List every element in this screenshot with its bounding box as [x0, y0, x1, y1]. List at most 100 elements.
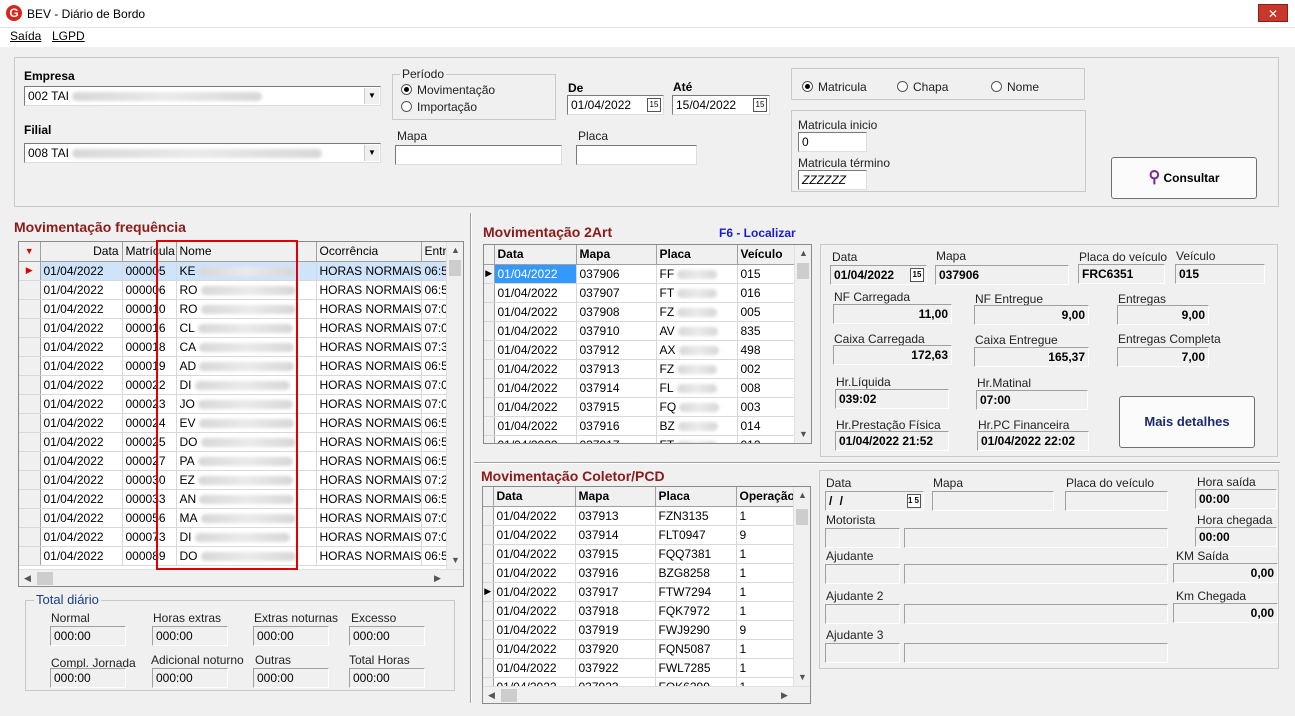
table-row[interactable]: 01/04/2022 037913 FZN3135 1 [483, 506, 796, 526]
ate-date-field[interactable]: 15/04/2022 15 [672, 95, 770, 115]
row-indicator [19, 432, 41, 452]
table-row[interactable]: 01/04/2022 037912 AX 498 [484, 340, 797, 360]
calendar-icon[interactable]: 15 [910, 268, 924, 282]
outras-label: Outras [255, 653, 292, 667]
radio-nome[interactable]: Nome [991, 80, 1039, 94]
mat-inicio-label: Matricula inicio [798, 118, 878, 132]
table-row[interactable]: 01/04/2022 037913 FZ 002 [484, 359, 797, 379]
sort-arrow-icon[interactable]: ▼ [19, 242, 41, 262]
col-data[interactable]: Data [40, 242, 123, 262]
table-row[interactable]: 01/04/2022 037914 FLT0947 9 [483, 525, 796, 545]
cell-mapa: 037914 [575, 525, 656, 545]
menu-lgpd[interactable]: LGPD [52, 29, 85, 43]
col-operacao[interactable]: Operação [736, 487, 796, 507]
coletor-section-title: Movimentação Coletor/PCD [481, 468, 665, 484]
filial-select[interactable]: 008 TAI ▼ [24, 143, 381, 163]
table-row[interactable]: 01/04/2022 037914 FL 008 [484, 378, 797, 398]
km-saida-label: KM Saída [1176, 549, 1229, 563]
app-logo-icon: G [6, 5, 22, 21]
table-row[interactable]: 01/04/2022 037922 FWL7285 1 [483, 658, 796, 678]
coletor-data-field[interactable]: / /15 [825, 491, 924, 511]
empresa-select[interactable]: 002 TAI ▼ [24, 86, 381, 106]
table-row[interactable]: 01/04/2022 037915 FQ 003 [484, 397, 797, 417]
cell-data: 01/04/2022 [40, 375, 123, 395]
excesso-value: 000:00 [349, 626, 425, 646]
cell-mapa: 037917 [576, 435, 657, 443]
row-indicator [19, 527, 41, 547]
table-row[interactable]: 01/04/2022 037907 FT 016 [484, 283, 797, 303]
art-vscroll[interactable]: ▲ ▼ [794, 245, 811, 443]
cell-placa: FT [656, 283, 738, 303]
excesso-label: Excesso [351, 611, 397, 625]
art-section-title: Movimentação 2Art [483, 224, 613, 240]
scroll-down-icon[interactable]: ▼ [447, 552, 463, 569]
scroll-right-icon[interactable]: ▶ [776, 687, 793, 703]
placa-input[interactable] [576, 145, 697, 165]
table-row[interactable]: 01/04/2022 037908 FZ 005 [484, 302, 797, 322]
chevron-down-icon[interactable]: ▼ [364, 88, 379, 104]
scroll-up-icon[interactable]: ▲ [447, 242, 463, 259]
cell-data: 01/04/2022 [40, 318, 123, 338]
scroll-left-icon[interactable]: ◀ [483, 687, 500, 703]
table-row[interactable]: 01/04/2022 037918 FQK7972 1 [483, 601, 796, 621]
col-placa[interactable]: Placa [655, 487, 737, 507]
cell-ocorrencia: HORAS NORMAIS [316, 280, 422, 300]
col-ocorrencia[interactable]: Ocorrência [316, 242, 422, 262]
table-row[interactable]: 01/04/2022 037916 BZ 014 [484, 416, 797, 436]
coletor-vscroll[interactable]: ▲ ▼ [793, 487, 810, 686]
calendar-icon[interactable]: 15 [753, 98, 767, 112]
col-data[interactable]: Data [493, 487, 576, 507]
col-veiculo[interactable]: Veículo [737, 245, 797, 265]
scroll-up-icon[interactable]: ▲ [794, 487, 810, 504]
col-mapa[interactable]: Mapa [575, 487, 656, 507]
scroll-down-icon[interactable]: ▼ [795, 426, 811, 443]
cell-data: 01/04/2022 [493, 658, 576, 678]
freq-hscroll[interactable]: ◀ ▶ [19, 569, 463, 586]
row-indicator [19, 356, 41, 376]
cell-operacao: 1 [736, 582, 796, 602]
cell-ocorrencia: HORAS NORMAIS [316, 261, 422, 281]
table-row[interactable]: 01/04/2022 037920 FQN5087 1 [483, 639, 796, 659]
consultar-button[interactable]: ⚲ Consultar [1111, 157, 1257, 199]
table-row[interactable]: 01/04/2022 037915 FQQ7381 1 [483, 544, 796, 564]
chevron-down-icon[interactable]: ▼ [364, 145, 379, 161]
table-row[interactable]: 01/04/2022 037919 FWJ9290 9 [483, 620, 796, 640]
close-button[interactable]: ✕ [1258, 4, 1288, 22]
coletor-grid[interactable]: Data Mapa Placa Operação 01/04/2022 03791… [482, 486, 811, 704]
cell-veiculo: 003 [737, 397, 797, 417]
row-indicator [19, 337, 41, 357]
scroll-left-icon[interactable]: ◀ [19, 570, 36, 586]
art-grid[interactable]: Data Mapa Placa Veículo ▶ 01/04/2022 03790… [483, 244, 812, 444]
mais-detalhes-button[interactable]: Mais detalhes [1119, 396, 1255, 448]
mapa-input[interactable] [395, 145, 562, 165]
ajudante2-name [904, 604, 1168, 624]
col-placa[interactable]: Placa [656, 245, 738, 265]
col-mapa[interactable]: Mapa [576, 245, 657, 265]
coletor-hscroll[interactable]: ◀ ▶ [483, 686, 810, 703]
scroll-up-icon[interactable]: ▲ [795, 245, 811, 262]
radio-importacao[interactable]: Importação [401, 100, 477, 114]
table-row[interactable]: ▶ 01/04/2022 037917 FTW7294 1 [483, 582, 796, 602]
cell-operacao: 1 [736, 506, 796, 526]
col-data[interactable]: Data [494, 245, 577, 265]
radio-matricula[interactable]: Matricula [802, 80, 867, 94]
menu-saida[interactable]: Saída [10, 29, 41, 43]
cell-data: 01/04/2022 [40, 546, 123, 566]
freq-vscroll[interactable]: ▲ ▼ [446, 242, 463, 586]
scroll-right-icon[interactable]: ▶ [429, 570, 446, 586]
cell-operacao: 1 [736, 658, 796, 678]
radio-movimentacao[interactable]: Movimentação [401, 83, 495, 97]
scroll-down-icon[interactable]: ▼ [794, 669, 810, 686]
table-row[interactable]: ▶ 01/04/2022 037906 FF 015 [484, 264, 797, 284]
menu-bar: Saída LGPD [0, 28, 1295, 47]
cell-veiculo: 014 [737, 416, 797, 436]
mat-inicio-input[interactable]: 0 [798, 132, 867, 152]
calendar-icon[interactable]: 15 [907, 494, 921, 508]
radio-chapa[interactable]: Chapa [897, 80, 948, 94]
table-row[interactable]: 01/04/2022037917FT012 [484, 435, 797, 443]
calendar-icon[interactable]: 15 [647, 98, 661, 112]
table-row[interactable]: 01/04/2022 037910 AV 835 [484, 321, 797, 341]
mat-termino-input[interactable]: ZZZZZZ [798, 170, 867, 190]
de-date-field[interactable]: 01/04/2022 15 [567, 95, 664, 115]
table-row[interactable]: 01/04/2022 037916 BZG8258 1 [483, 563, 796, 583]
